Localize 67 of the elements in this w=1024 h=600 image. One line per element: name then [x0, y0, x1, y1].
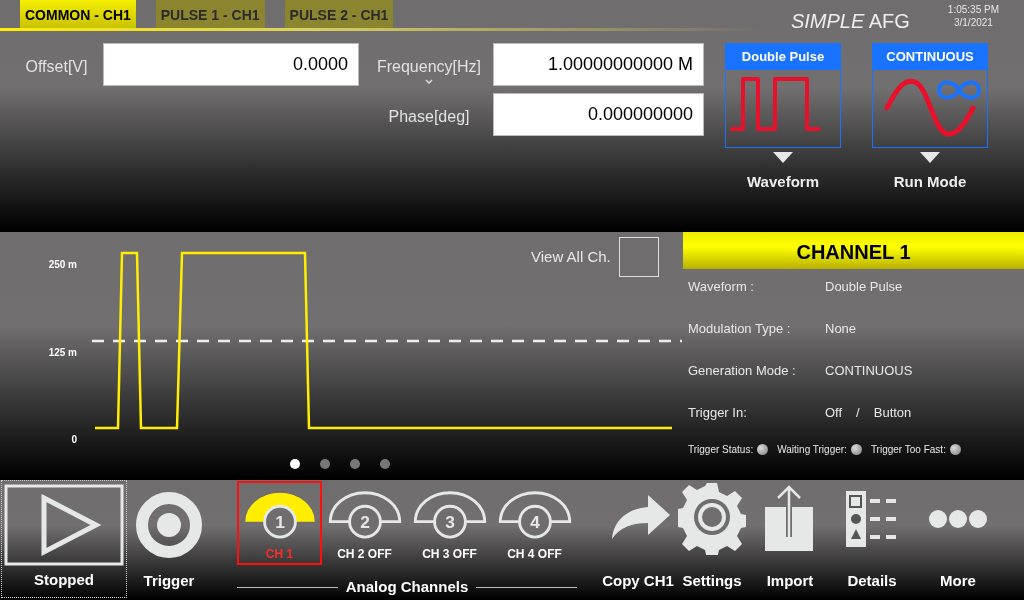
- indicator-led: [757, 444, 769, 455]
- page-dot[interactable]: [380, 459, 390, 469]
- toolbar-button[interactable]: More: [922, 480, 994, 598]
- checkbox[interactable]: [618, 237, 659, 277]
- indicator-label: Trigger Status:: [688, 443, 754, 457]
- channel-title: CHANNEL 1: [683, 232, 1024, 269]
- channel-button[interactable]: 2 CH 2 OFF: [322, 481, 407, 565]
- tile-header: Double Pulse: [726, 44, 840, 70]
- field-label: Offset[V]: [25, 57, 88, 77]
- toolbar-button[interactable]: Trigger: [131, 480, 207, 598]
- selector-label: Run Mode: [893, 172, 967, 192]
- page-dot[interactable]: [350, 459, 360, 469]
- toolbar-button[interactable]: Import: [754, 480, 826, 598]
- input-field[interactable]: 0.0000: [103, 43, 359, 86]
- channel-number: 4: [529, 512, 540, 533]
- target-icon: [135, 491, 203, 559]
- axis-label: 250 m: [48, 258, 77, 272]
- clock-date: 3/1/2021: [952, 16, 994, 29]
- dropdown-triangle-icon[interactable]: [773, 152, 793, 163]
- indicator-label: Trigger Too Fast:: [870, 443, 946, 457]
- field-label: Frequency[Hz]: [376, 57, 481, 77]
- page-dot[interactable]: [320, 459, 330, 469]
- page-dot[interactable]: [290, 459, 300, 469]
- input-field[interactable]: 1.00000000000 M: [493, 43, 704, 86]
- info-label: Modulation Type :: [688, 320, 792, 338]
- indicator-led: [949, 444, 961, 455]
- info-label: Trigger In:: [688, 404, 748, 422]
- channel-number: 3: [444, 512, 455, 533]
- app-title: SIMPLE AFG: [790, 9, 910, 34]
- channel-button[interactable]: 1 CH 1: [237, 481, 322, 565]
- clock-time: 1:05:35 PM: [947, 3, 999, 16]
- toolbar-button[interactable]: Copy CH1: [602, 480, 674, 598]
- group-label: Analog Channels: [345, 577, 469, 597]
- toolbar-button[interactable]: Details: [836, 480, 908, 598]
- toolbar-button[interactable]: Stopped: [1, 480, 127, 598]
- info-label: Generation Mode :: [688, 362, 797, 380]
- tab[interactable]: PULSE 2 - CH1: [284, 0, 394, 28]
- more-icon: [928, 509, 988, 529]
- info-value: Button: [873, 404, 912, 422]
- axis-label: 125 m: [48, 346, 77, 360]
- info-label: Waveform :: [688, 278, 755, 296]
- selector-label: Waveform: [747, 172, 819, 192]
- channel-button[interactable]: 4 CH 4 OFF: [492, 481, 577, 565]
- info-value: /: [856, 404, 860, 422]
- info-value: Off: [825, 404, 843, 422]
- field-label: Phase[deg]: [388, 107, 470, 127]
- channel-button[interactable]: 3 CH 3 OFF: [407, 481, 492, 565]
- play-icon: [4, 484, 124, 566]
- selector-tile[interactable]: Double Pulse: [725, 43, 841, 148]
- info-value: CONTINUOUS: [825, 362, 913, 380]
- axis-label: 0: [71, 433, 77, 447]
- dropdown-triangle-icon[interactable]: [920, 152, 940, 163]
- channel-number: 1: [274, 512, 285, 533]
- view-all-label: View All Ch.: [531, 246, 611, 267]
- selector-tile[interactable]: CONTINUOUS: [872, 43, 988, 148]
- chevron-icon[interactable]: [425, 79, 433, 84]
- settings-icon: [678, 483, 746, 555]
- tab[interactable]: COMMON - CH1: [20, 0, 136, 28]
- tile-header: CONTINUOUS: [873, 44, 987, 70]
- channel-number: 2: [359, 512, 370, 533]
- info-value: Double Pulse: [825, 278, 903, 296]
- info-value: None: [825, 320, 857, 338]
- indicator-led: [850, 444, 862, 455]
- input-field[interactable]: 0.000000000: [493, 93, 704, 136]
- tab[interactable]: PULSE 1 - CH1: [155, 0, 265, 28]
- toolbar-button[interactable]: Settings: [676, 480, 748, 598]
- indicator-label: Waiting Trigger:: [777, 443, 847, 457]
